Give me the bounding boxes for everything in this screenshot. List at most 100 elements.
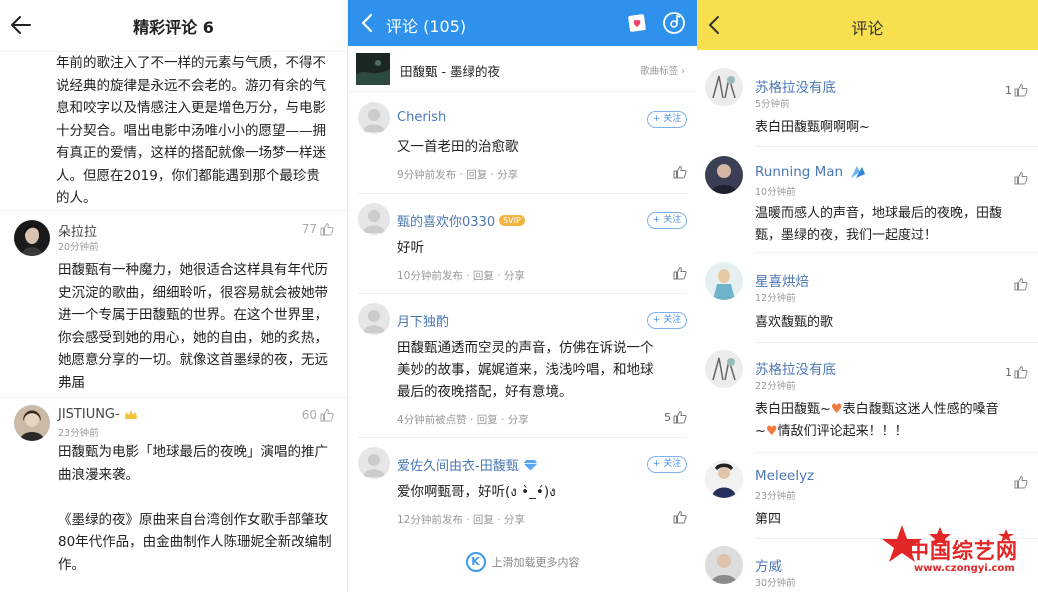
avatar[interactable] [705, 460, 743, 498]
like-button[interactable] [673, 510, 687, 524]
follow-button[interactable]: + 关注 [647, 111, 687, 128]
song-title[interactable]: 田馥甄 - 墨绿的夜 [400, 61, 500, 80]
header: 精彩评论 6 [0, 0, 347, 52]
divider [755, 146, 1038, 147]
thumbs-up-icon [1014, 277, 1028, 291]
crown-badge-icon [124, 410, 137, 419]
page-title: 精彩评论 6 [133, 18, 214, 37]
comment-text: 喜欢馥甄的歌 [755, 315, 834, 330]
timestamp: 22分钟前 [755, 381, 796, 392]
thumbs-up-icon [1014, 365, 1028, 379]
avatar-image-icon [705, 546, 743, 584]
username[interactable]: 爱佐久间由衣-田馥甄 [397, 455, 538, 474]
heart-card-icon[interactable] [627, 12, 649, 34]
follow-button[interactable]: + 关注 [647, 212, 687, 229]
like-button[interactable] [1014, 475, 1028, 489]
share-link[interactable]: 分享 [504, 514, 525, 526]
thumbs-up-icon [320, 408, 334, 422]
like-button[interactable]: 60 [302, 408, 334, 422]
page-title: 评论 [851, 19, 884, 38]
avatar[interactable] [358, 447, 390, 479]
avatar[interactable] [358, 303, 390, 335]
like-button[interactable]: 5 [664, 410, 687, 424]
song-cover[interactable] [356, 53, 390, 85]
like-count: 1 [1005, 83, 1012, 97]
comment-text: 田馥甄通透而空灵的声音，仿佛在诉说一个 美妙的故事，娓娓道来，浅浅吟唱，和地球 … [397, 340, 654, 400]
thumbs-up-icon [320, 222, 334, 236]
username[interactable]: JISTIUNG- [58, 407, 120, 422]
back-chevron-icon[interactable] [360, 13, 374, 33]
comment-meta: 9分钟前发布 · 回复 · 分享 [397, 169, 519, 181]
like-button[interactable] [1014, 171, 1028, 185]
default-avatar-icon [363, 310, 385, 333]
share-link[interactable]: 分享 [508, 414, 529, 426]
reply-link[interactable]: 回复 [477, 414, 498, 426]
album-cover-icon [356, 53, 390, 85]
username[interactable]: Meleelyz [755, 468, 814, 484]
username[interactable]: Running Man [755, 164, 867, 180]
heart-emoji-icon: ♥ [765, 424, 778, 439]
like-count: 77 [301, 222, 317, 236]
avatar-image-icon [705, 350, 743, 388]
username[interactable]: Cherish [397, 110, 446, 125]
comment-meta: 12分钟前发布 · 回复 · 分享 [397, 514, 525, 526]
site-watermark: 中国综艺网 www.czongyi.com [880, 521, 1030, 587]
avatar[interactable] [705, 350, 743, 388]
reply-link[interactable]: 回复 [473, 270, 494, 282]
avatar[interactable] [705, 262, 743, 300]
username[interactable]: 苏格拉没有底 [755, 76, 836, 96]
username[interactable]: 苏格拉没有底 [755, 358, 836, 378]
username[interactable]: 月下独酌 [397, 311, 449, 330]
thumbs-up-icon [1014, 475, 1028, 489]
thumbs-up-icon [1014, 171, 1028, 185]
avatar-image-icon [14, 220, 50, 256]
avatar[interactable] [358, 102, 390, 134]
share-link[interactable]: 分享 [504, 270, 525, 282]
avatar[interactable] [705, 546, 743, 584]
avatar[interactable] [14, 405, 50, 441]
avatar[interactable] [358, 203, 390, 235]
avatar-image-icon [14, 405, 50, 441]
comment-text: 表白田馥甄啊啊啊~ [755, 120, 870, 135]
comment-text: 温暖而感人的声音，地球最后的夜晚，田馥 甄，墨绿的夜，我们一起度过！ [755, 206, 1003, 243]
avatar[interactable] [705, 156, 743, 194]
follow-button[interactable]: + 关注 [647, 456, 687, 473]
panel-featured-comments: 精彩评论 6 年前的歌注入了不一样的元素与气质，不得不 说经典的旋律是永远不会老… [0, 0, 348, 592]
avatar[interactable] [14, 220, 50, 256]
comment-text: 年前的歌注入了不一样的元素与气质，不得不 说经典的旋律是永远不会老的。游刃有余的… [56, 55, 326, 206]
song-bar[interactable]: 田馥甄 - 墨绿的夜 歌曲标签 › [348, 46, 697, 92]
reply-link[interactable]: 回复 [473, 514, 494, 526]
username[interactable]: 星喜烘焙 [755, 270, 809, 290]
like-button[interactable]: 1 [1005, 365, 1028, 379]
username[interactable]: 甄的喜欢你0330 SVIP [397, 211, 525, 230]
chevron-right-icon: › [681, 66, 685, 77]
username-row[interactable]: JISTIUNG- [58, 407, 138, 422]
svip-badge: SVIP [499, 215, 525, 226]
watermark-url: www.czongyi.com [914, 563, 1015, 574]
panel-music-comments: 评论 苏格拉没有底 5分钟前 1 表白田馥甄啊啊啊~ Running Man 1… [697, 0, 1038, 592]
load-more[interactable]: K 上滑加载更多内容 [348, 552, 697, 572]
avatar-image-icon [705, 68, 743, 106]
username[interactable]: 方威 [755, 555, 782, 575]
timestamp: 23分钟前 [755, 491, 796, 502]
avatar[interactable] [705, 68, 743, 106]
divider [755, 342, 1038, 343]
watermark-text: 中国综艺网 [908, 539, 1018, 563]
like-button[interactable] [1014, 277, 1028, 291]
like-button[interactable] [673, 165, 687, 179]
music-disc-icon[interactable] [662, 11, 686, 35]
share-link[interactable]: 分享 [497, 169, 518, 181]
reply-link[interactable]: 回复 [466, 169, 487, 181]
like-button[interactable]: 1 [1005, 83, 1028, 97]
username[interactable]: 朵拉拉 [58, 221, 97, 240]
divider [755, 452, 1038, 453]
like-button[interactable]: 77 [302, 222, 334, 236]
like-button[interactable] [673, 266, 687, 280]
follow-button[interactable]: + 关注 [647, 312, 687, 329]
song-tag-link[interactable]: 歌曲标签 › [640, 63, 685, 77]
thumbs-up-icon [673, 165, 687, 179]
kugou-logo-icon: K [465, 552, 486, 572]
timestamp: 20分钟前 [58, 242, 99, 253]
diamond-badge-icon [523, 459, 538, 470]
divider [358, 293, 687, 294]
